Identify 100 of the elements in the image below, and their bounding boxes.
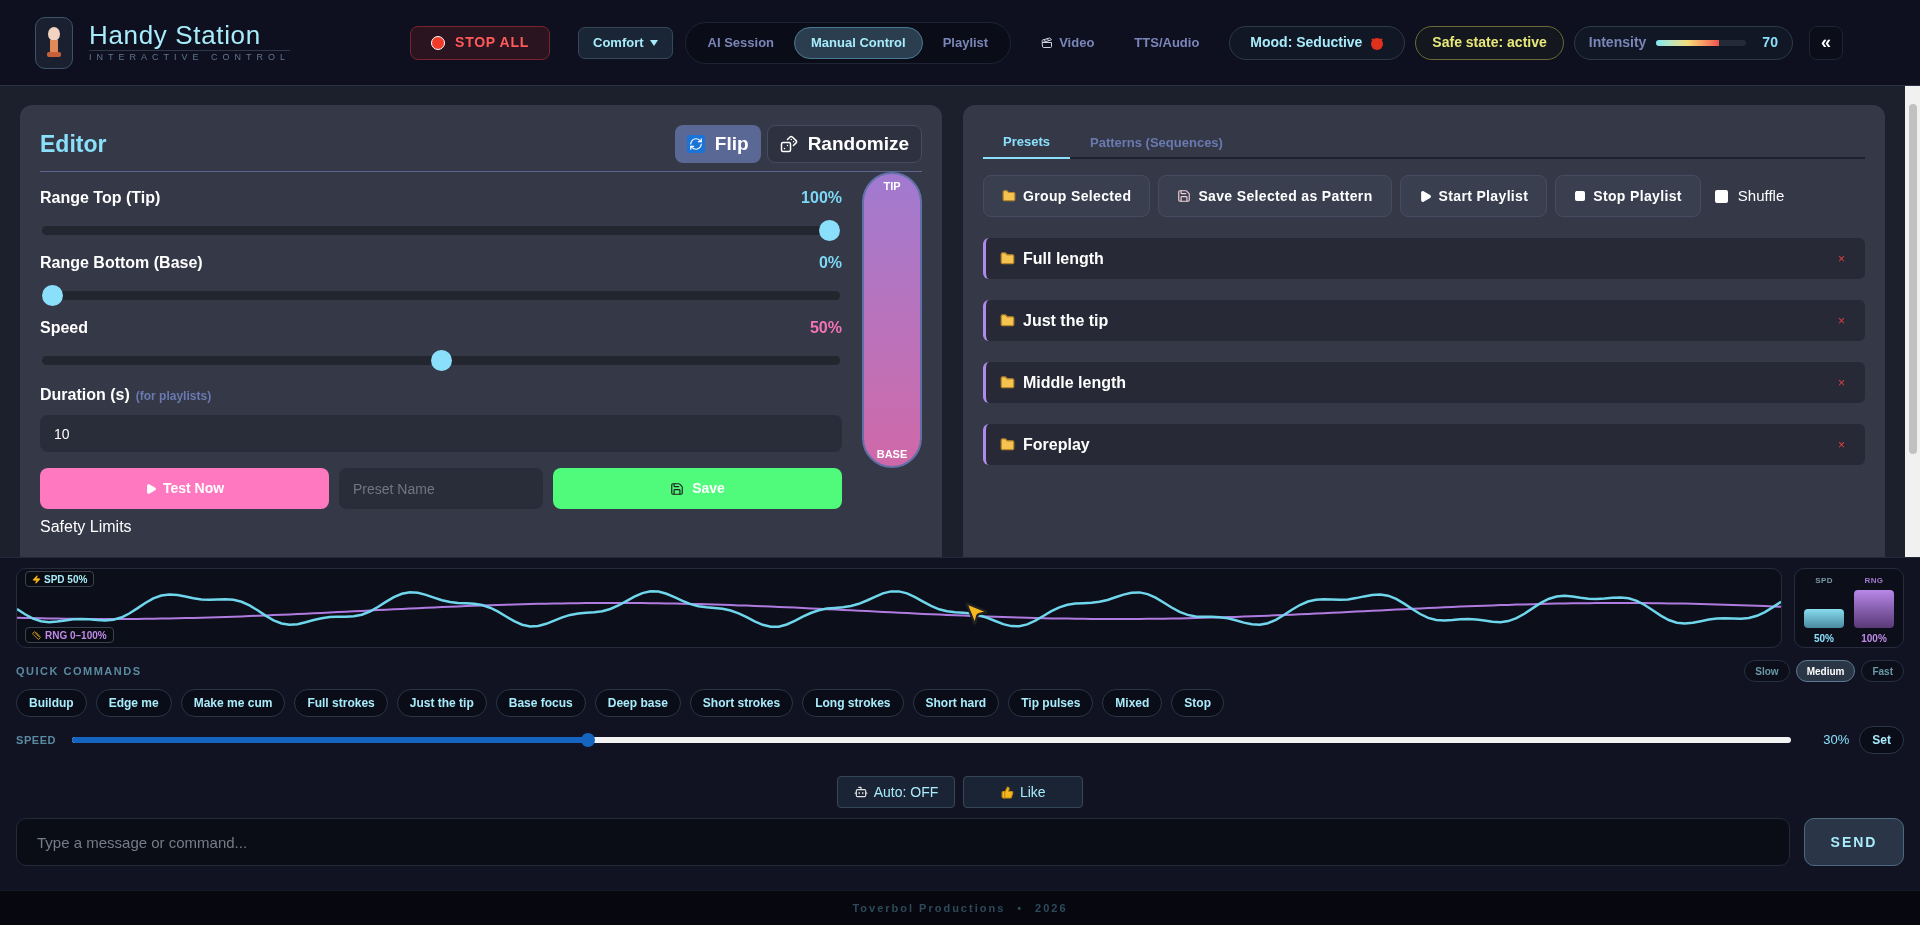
set-button[interactable]: Set xyxy=(1859,726,1904,754)
action-button[interactable]: Start Playlist xyxy=(1399,175,1548,217)
thumbs-up-icon xyxy=(1000,785,1014,799)
command-chip[interactable]: Stop xyxy=(1171,689,1225,717)
tempo-button[interactable]: Slow xyxy=(1744,660,1790,682)
meter-bar xyxy=(1854,590,1894,628)
refresh-icon xyxy=(686,135,705,153)
duration-label: Duration (s) xyxy=(40,385,130,405)
action-button[interactable]: Group Selected xyxy=(983,175,1151,217)
folder-icon xyxy=(1000,437,1015,452)
command-chip[interactable]: Mixed xyxy=(1102,689,1163,717)
slider-thumb[interactable] xyxy=(819,220,840,241)
remove-button[interactable]: × xyxy=(1838,435,1845,454)
command-chip[interactable]: Edge me xyxy=(95,689,172,717)
nav-tab[interactable]: Playlist xyxy=(926,26,1005,59)
slider-label: Range Top (Tip) xyxy=(40,188,161,208)
like-button[interactable]: Like xyxy=(963,776,1084,808)
intensity-value: 70 xyxy=(1762,33,1778,52)
preset-item[interactable]: Foreplay × xyxy=(983,424,1865,465)
dice-icon xyxy=(779,135,798,153)
remove-button[interactable]: × xyxy=(1838,373,1845,392)
folder-icon xyxy=(1000,251,1015,266)
slider-thumb[interactable] xyxy=(42,285,63,306)
clapperboard-icon xyxy=(1041,36,1054,49)
slider[interactable] xyxy=(42,350,840,371)
slider-label: Speed xyxy=(40,318,88,338)
preset-item[interactable]: Middle length × xyxy=(983,362,1865,403)
command-chip[interactable]: Buildup xyxy=(16,689,87,717)
slider-label: Range Bottom (Base) xyxy=(40,253,203,273)
command-chip[interactable]: Make me cum xyxy=(180,689,286,717)
stop-icon xyxy=(1574,190,1587,202)
command-chip[interactable]: Short hard xyxy=(912,689,1000,717)
tempo-button[interactable]: Fast xyxy=(1861,660,1904,682)
stop-all-button[interactable]: STOP ALL xyxy=(410,25,550,60)
safe-state-badge: Safe state: active xyxy=(1415,25,1564,60)
nav-tab[interactable]: Video xyxy=(1031,26,1105,59)
collapse-button[interactable]: « xyxy=(1808,25,1843,60)
play-icon xyxy=(144,482,157,495)
speed-thumb[interactable] xyxy=(580,733,595,747)
devil-icon xyxy=(1370,35,1385,50)
speed-label: SPEED xyxy=(16,732,58,748)
preset-item[interactable]: Just the tip × xyxy=(983,300,1865,341)
flip-button[interactable]: Flip xyxy=(674,125,761,163)
nav-tab[interactable]: Manual Control xyxy=(794,26,923,59)
duration-field[interactable]: 10 xyxy=(40,415,842,452)
slider-value: 50% xyxy=(809,318,842,338)
remove-button[interactable]: × xyxy=(1838,249,1845,268)
slider[interactable] xyxy=(42,220,840,241)
mode-dropdown[interactable]: Comfort xyxy=(578,26,673,59)
command-chip[interactable]: Deep base xyxy=(594,689,681,717)
randomize-button[interactable]: Randomize xyxy=(766,125,922,163)
command-chip[interactable]: Full strokes xyxy=(294,689,388,717)
logo-icon xyxy=(35,16,73,69)
command-chip[interactable]: Short strokes xyxy=(689,689,794,717)
scrollbar[interactable] xyxy=(1905,86,1920,557)
footer-separator: • xyxy=(1017,900,1024,916)
quick-commands-heading: QUICK COMMANDS xyxy=(16,663,142,679)
preset-item[interactable]: Full length × xyxy=(983,238,1865,279)
app-title: Handy Station xyxy=(89,20,262,51)
library-tab[interactable]: Presets xyxy=(983,127,1070,159)
auto-button[interactable]: Auto: OFF xyxy=(836,776,956,808)
tempo-button[interactable]: Medium xyxy=(1795,660,1856,682)
shuffle-label: Shuffle xyxy=(1737,185,1785,206)
speed-value: 30% xyxy=(1823,731,1850,750)
nav-tab[interactable]: AI Session xyxy=(691,26,791,59)
stop-sign-icon xyxy=(431,35,446,50)
action-button[interactable]: Stop Playlist xyxy=(1555,175,1701,217)
preset-name: Middle length xyxy=(1023,372,1128,393)
message-field[interactable]: Type a message or command... xyxy=(16,818,1790,866)
command-chip[interactable]: Tip pulses xyxy=(1008,689,1094,717)
robot-icon xyxy=(853,785,868,799)
caret-icon xyxy=(649,39,658,46)
remove-button[interactable]: × xyxy=(1838,311,1845,330)
preset-name: Full length xyxy=(1023,248,1105,269)
footer-year: 2026 xyxy=(1035,900,1068,916)
preset-name: Just the tip xyxy=(1023,310,1110,331)
nav-tab[interactable]: TTS/Audio xyxy=(1124,26,1210,59)
preset-name-field[interactable]: Preset Name xyxy=(339,468,543,509)
meter-bar xyxy=(1804,609,1844,628)
command-chip[interactable]: Just the tip xyxy=(396,689,487,717)
slider-thumb[interactable] xyxy=(430,350,452,371)
slider[interactable] xyxy=(42,285,840,306)
tip-label: TIP xyxy=(883,179,901,194)
meter-value: 50% xyxy=(1814,632,1834,646)
preset-name: Foreplay xyxy=(1023,434,1091,455)
duration-hint: (for playlists) xyxy=(135,388,212,405)
app-subtitle: INTERACTIVE CONTROL xyxy=(89,50,290,65)
slider-value: 100% xyxy=(801,188,842,208)
range-badge: RNG 0–100% xyxy=(25,627,114,643)
send-button[interactable]: SEND xyxy=(1804,818,1904,866)
command-chip[interactable]: Long strokes xyxy=(802,689,904,717)
folder-icon xyxy=(1000,313,1015,328)
play-icon xyxy=(1418,189,1432,203)
command-chip[interactable]: Base focus xyxy=(495,689,586,717)
lightning-icon xyxy=(32,574,41,584)
shuffle-checkbox[interactable] xyxy=(1714,189,1728,203)
slider-value: 0% xyxy=(818,253,842,273)
action-button[interactable]: Save Selected as Pattern xyxy=(1158,175,1392,217)
intensity-label: Intensity xyxy=(1588,33,1647,52)
mood-badge: Mood: Seductive xyxy=(1229,25,1406,60)
